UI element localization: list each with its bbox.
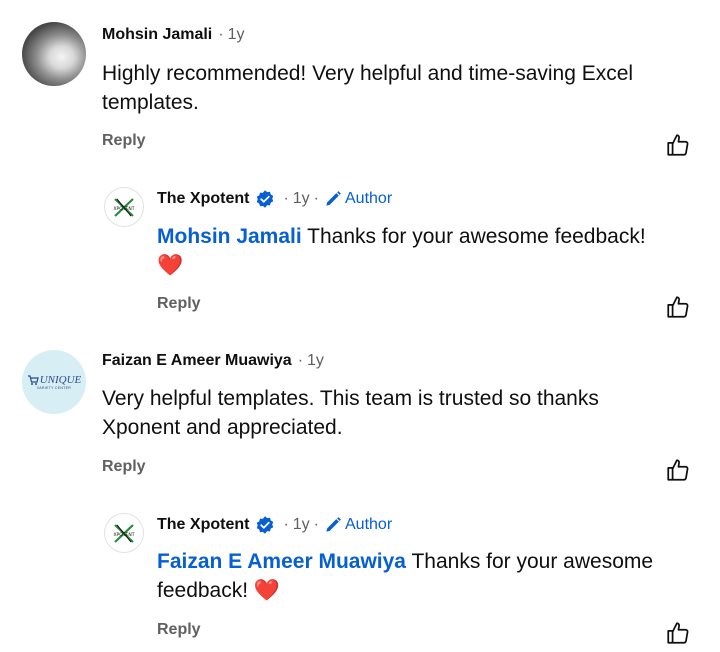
avatar[interactable] <box>22 22 86 86</box>
reply-button[interactable]: Reply <box>102 132 146 150</box>
reply-button[interactable]: Reply <box>157 621 201 639</box>
comment-text-line: Xponent and appreciated. <box>102 416 343 439</box>
reply-text-line: Mohsin Jamali Thanks for your awesome fe… <box>157 222 646 251</box>
author-name[interactable]: Faizan E Ameer Muawiya <box>102 352 292 370</box>
reply-avatar[interactable]: XPOTENT <box>104 187 144 227</box>
author-badge-label: Author <box>345 190 393 207</box>
xpotent-logo-icon: XPOTENT <box>113 524 135 543</box>
reply-avatar[interactable]: XPOTENT <box>104 513 144 553</box>
pencil-icon <box>326 191 341 206</box>
reply-button[interactable]: Reply <box>157 295 201 313</box>
like-icon[interactable] <box>665 620 691 646</box>
reply-text-line: feedback! ❤️ <box>157 576 653 605</box>
like-icon[interactable] <box>665 457 691 483</box>
heart-icon: ❤️ <box>157 254 184 277</box>
author-name[interactable]: The Xpotent <box>157 190 249 208</box>
separator: · <box>283 516 289 533</box>
reply-message: feedback! <box>157 579 249 602</box>
like-icon[interactable] <box>665 132 691 158</box>
author-badge: Author <box>323 189 392 209</box>
reply-header: The Xpotent · 1y · Author <box>157 515 392 535</box>
comment-text-line: Very helpful templates. This team is tru… <box>102 387 599 410</box>
verified-icon <box>257 190 274 208</box>
author-badge-label: Author <box>345 516 393 533</box>
separator: · <box>218 26 224 43</box>
author-name[interactable]: Mohsin Jamali <box>102 26 212 44</box>
timestamp[interactable]: 1y <box>293 516 310 534</box>
reply-button[interactable]: Reply <box>102 458 146 476</box>
heart-icon: ❤️ <box>253 579 281 602</box>
reply-header: The Xpotent · 1y · Author <box>157 189 392 209</box>
timestamp[interactable]: 1y <box>307 352 324 370</box>
svg-text:XPOTENT: XPOTENT <box>113 532 134 538</box>
reply-message: Thanks for your awesome <box>411 550 654 573</box>
comment-text: Very helpful templates. This team is tru… <box>102 384 599 442</box>
separator: · <box>313 190 319 207</box>
reply-text: Mohsin Jamali Thanks for your awesome fe… <box>157 222 646 280</box>
xpotent-logo-icon: XPOTENT <box>113 198 135 217</box>
mention-link[interactable]: Faizan E Ameer Muawiya <box>157 550 406 573</box>
author-name[interactable]: The Xpotent <box>157 516 249 534</box>
verified-icon <box>257 516 274 534</box>
reply-text-line: Faizan E Ameer Muawiya Thanks for your a… <box>157 547 653 576</box>
comment-text: Highly recommended! Very helpful and tim… <box>102 59 633 117</box>
avatar[interactable]: UNIQUE VARIETY CENTER <box>22 350 86 414</box>
separator: · <box>313 516 319 533</box>
comment-header: Mohsin Jamali · 1y <box>102 26 244 44</box>
cart-icon <box>27 375 39 385</box>
timestamp[interactable]: 1y <box>293 190 310 208</box>
svg-text:XPOTENT: XPOTENT <box>113 206 134 212</box>
separator: · <box>297 352 304 369</box>
pencil-icon <box>326 517 341 532</box>
like-icon[interactable] <box>665 294 691 320</box>
comment-text-line: Highly recommended! Very helpful and tim… <box>102 62 634 85</box>
author-badge: Author <box>323 515 392 535</box>
mention-link[interactable]: Mohsin Jamali <box>157 225 302 248</box>
avatar-logo-subtext: VARIETY CENTER <box>36 386 72 390</box>
avatar-logo: UNIQUE VARIETY CENTER <box>27 374 82 390</box>
reply-text: Faizan E Ameer Muawiya Thanks for your a… <box>157 547 653 605</box>
comment-text-line: templates. <box>102 91 199 114</box>
comment-header: Faizan E Ameer Muawiya · 1y <box>102 352 324 370</box>
separator: · <box>283 190 289 207</box>
reply-message: Thanks for your awesome feedback! <box>307 225 646 248</box>
avatar-logo-text: UNIQUE <box>39 374 82 386</box>
timestamp[interactable]: 1y <box>228 26 245 44</box>
